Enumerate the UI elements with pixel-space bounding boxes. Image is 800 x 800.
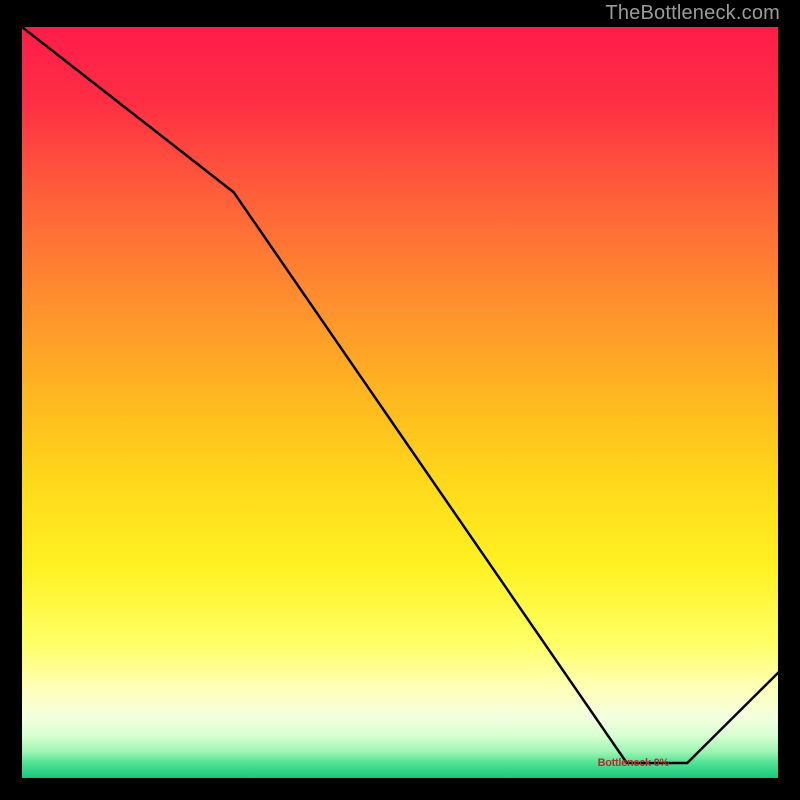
- background-gradient: [22, 27, 778, 778]
- chart-frame: TheBottleneck.com Bottleneck 0%: [0, 0, 800, 800]
- attribution-text: TheBottleneck.com: [605, 2, 780, 25]
- plot-area: Bottleneck 0%: [20, 25, 780, 780]
- bottleneck-annotation: Bottleneck 0%: [598, 757, 669, 769]
